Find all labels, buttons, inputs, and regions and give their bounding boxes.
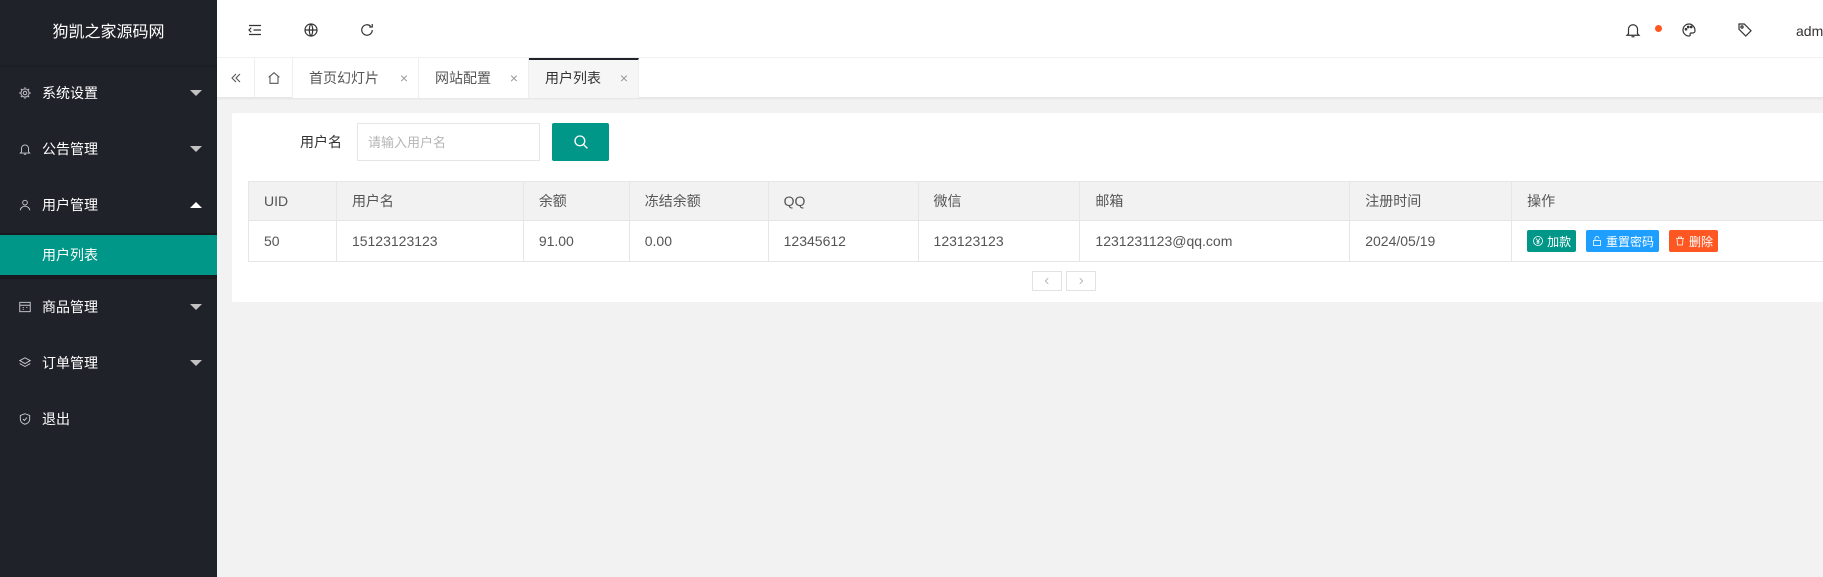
cell-username: 15123123123 [335,220,524,262]
close-icon[interactable]: × [400,58,408,98]
shop-icon [16,298,34,316]
column-header[interactable]: 邮箱 [1079,181,1351,221]
column-header[interactable]: 余额 [522,181,630,221]
next-page-button[interactable] [1066,271,1096,291]
sidebar-item-user-list[interactable]: 用户列表 [0,235,217,275]
yen-icon [1533,236,1544,246]
chevron-down-icon [190,360,202,366]
prev-page-button[interactable] [1032,271,1062,291]
close-icon[interactable]: × [510,58,518,98]
column-header[interactable]: 操作 [1511,181,1823,221]
tab-user-list[interactable]: 用户列表 × [529,58,639,98]
sidebar-submenu: 用户列表 [0,233,217,279]
pagination [1032,271,1096,291]
cell-wechat: 123123123 [917,220,1081,262]
chevron-down-icon [190,304,202,310]
column-header[interactable]: 注册时间 [1349,181,1513,221]
chevron-down-icon [190,146,202,152]
sidebar-item-announcements[interactable]: 公告管理 [0,121,217,177]
globe-icon[interactable] [300,19,322,41]
user-icon [16,196,34,214]
column-header[interactable]: 冻结余额 [628,181,769,221]
close-icon[interactable]: × [620,60,628,96]
cell-actions: 加款 重置密码 删除 [1511,220,1823,262]
cell-uid: 50 [248,220,337,262]
tab-label: 网站配置 [435,70,491,86]
app-logo: 狗凯之家源码网 [0,0,217,65]
home-icon[interactable] [255,58,293,98]
column-header[interactable]: UID [248,181,337,221]
sidebar-item-label: 退出 [42,411,70,427]
column-header[interactable]: 用户名 [335,181,524,221]
button-label: 加款 [1547,234,1572,249]
username-search-input[interactable] [357,123,540,161]
layers-icon [16,354,34,372]
sidebar-item-label: 公告管理 [42,141,98,157]
table-header-row: UID 用户名 余额 冻结余额 QQ 微信 邮箱 注册时间 操作 [248,181,1823,221]
sidebar-item-label: 商品管理 [42,299,98,315]
button-label: 删除 [1688,234,1713,249]
tabs-scroll-left-icon[interactable] [217,58,255,98]
sidebar-item-label: 系统设置 [42,85,98,101]
bell-icon[interactable] [1622,19,1644,41]
chevron-up-icon [190,202,202,208]
cell-frozen-balance: 0.00 [628,220,769,262]
chevron-right-icon [1079,277,1084,285]
user-table: UID 用户名 余额 冻结余额 QQ 微信 邮箱 注册时间 操作 50 1512… [248,181,1823,262]
bell-icon [16,140,34,158]
username[interactable]: adm [1796,23,1823,39]
column-header[interactable]: 微信 [917,181,1081,221]
tab-label: 首页幻灯片 [309,70,379,86]
cell-registered: 2024/05/19 [1349,220,1513,262]
tab-site-config[interactable]: 网站配置 × [419,58,529,98]
tabs-bar: 首页幻灯片 × 网站配置 × 用户列表 × [217,58,1823,98]
sidebar-item-user-management[interactable]: 用户管理 [0,177,217,233]
sidebar-item-system-settings[interactable]: 系统设置 [0,65,217,121]
top-header: adm [217,0,1823,58]
column-header[interactable]: QQ [767,181,919,221]
tab-label: 用户列表 [545,70,601,86]
sidebar-item-orders[interactable]: 订单管理 [0,335,217,391]
cell-email: 1231231123@qq.com [1079,220,1351,262]
button-label: 重置密码 [1606,234,1655,249]
sidebar-item-logout[interactable]: 退出 [0,391,217,447]
tab-home-slides[interactable]: 首页幻灯片 × [293,58,419,98]
chevron-down-icon [190,90,202,96]
reset-password-button[interactable]: 重置密码 [1586,230,1660,252]
tag-icon[interactable] [1734,19,1756,41]
delete-button[interactable]: 删除 [1668,230,1718,252]
chevron-left-icon [1044,277,1049,285]
lock-icon [1593,236,1601,246]
add-funds-button[interactable]: 加款 [1527,230,1577,252]
shield-icon [16,410,34,428]
sidebar-item-label: 用户管理 [42,197,98,213]
gear-icon [16,84,34,102]
trash-icon [1675,236,1684,246]
search-icon [573,135,588,149]
notification-dot [1655,25,1662,32]
palette-icon[interactable] [1678,19,1700,41]
cell-balance: 91.00 [522,220,630,262]
sidebar-item-products[interactable]: 商品管理 [0,279,217,335]
refresh-icon[interactable] [356,19,378,41]
cell-qq: 12345612 [767,220,919,262]
sidebar: 狗凯之家源码网 系统设置 公告管理 用户管理 用户列表 商品管理 订单管理 退出 [0,0,217,577]
sidebar-item-label: 订单管理 [42,355,98,371]
menu-fold-icon[interactable] [244,19,266,41]
search-label: 用户名 [300,134,342,150]
search-button[interactable] [552,123,609,161]
table-row: 50 15123123123 91.00 0.00 12345612 12312… [248,220,1823,262]
content-card: 用户名 UID 用户名 余额 冻结余额 QQ 微信 邮箱 注册时间 操作 50 [232,113,1823,302]
